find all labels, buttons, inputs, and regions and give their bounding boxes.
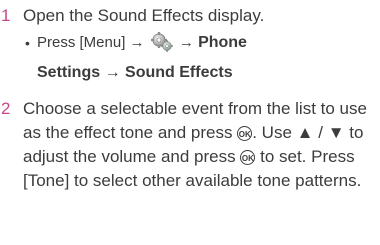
manual-page: 1 Open the Sound Effects display. • Pres… <box>0 0 380 245</box>
substep-line: Settings → Sound Effects <box>37 60 233 86</box>
arrow-icon: → <box>104 64 121 81</box>
step-text-part: . Use <box>252 123 292 142</box>
arrow-icon: → <box>129 34 145 51</box>
arrow-icon: → <box>178 34 194 51</box>
menu-item-phone: Phone <box>198 34 247 51</box>
menu-item-settings: Settings <box>37 64 101 81</box>
substep-line: Press [Menu] → → Phone <box>37 30 247 56</box>
step-text: Choose a selectable event from the list … <box>23 97 375 193</box>
step-text-part: Choose a selectable event from the list … <box>23 99 367 142</box>
press-menu-text: Press [Menu] <box>37 34 126 51</box>
ok-key-icon: OK <box>237 126 253 141</box>
step-number: 2 <box>1 99 11 118</box>
menu-item-sound-effects: Sound Effects <box>125 64 233 81</box>
slash-text: / <box>318 123 323 142</box>
ok-key-icon: OK <box>240 150 256 165</box>
up-arrow-icon: ▲ <box>296 123 314 142</box>
settings-gears-icon <box>150 32 173 52</box>
step-text: Open the Sound Effects display. <box>23 6 265 25</box>
down-arrow-icon: ▼ <box>327 123 345 142</box>
step-number: 1 <box>1 6 11 25</box>
bullet-icon: • <box>25 35 30 51</box>
